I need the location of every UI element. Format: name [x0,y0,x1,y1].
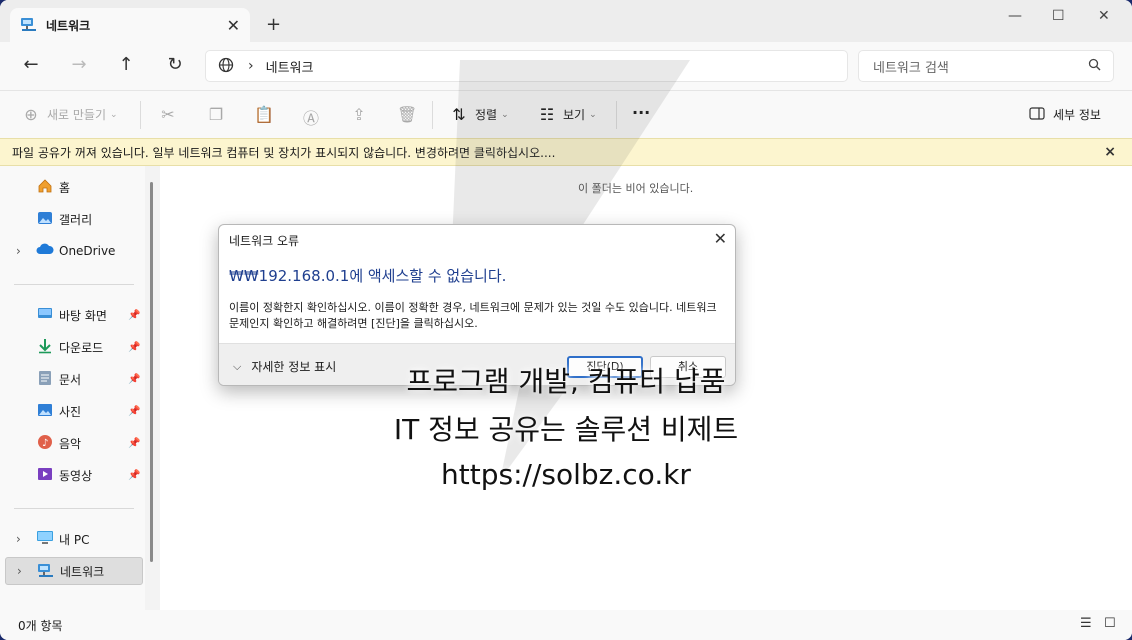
pin-icon[interactable]: 📌 [128,438,140,449]
watermark-line-3: https://solbz.co.kr [441,458,691,491]
sidebar-item-documents[interactable]: 문서 📌 [0,366,143,392]
navigation-pane: 홈 갤러리 › OneDrive 바탕 화면 📌 다운로드 📌 문서 📌 사진 … [0,166,145,610]
desktop-icon [36,306,54,324]
music-icon: ♪ [36,434,54,452]
pin-icon[interactable]: 📌 [128,374,140,385]
pin-icon[interactable]: 📌 [128,470,140,481]
details-view-icon[interactable]: ☰ [1080,616,1092,631]
svg-text:♪: ♪ [42,438,48,449]
search-placeholder: 네트워크 검색 [873,60,949,76]
tab-label: 네트워크 [46,18,91,33]
chevron-down-icon: ⌄ [110,109,118,120]
sidebar-item-downloads[interactable]: 다운로드 📌 [0,334,143,360]
close-infobar-icon[interactable]: × [1104,144,1116,160]
rename-button[interactable]: Ⓐ [301,105,321,129]
sidebar-item-label: 동영상 [59,468,93,483]
details-pane-button[interactable]: 세부 정보 [1027,105,1101,124]
close-window-button[interactable]: ✕ [1098,8,1110,24]
paste-button[interactable]: 📋 [254,105,274,124]
forward-button[interactable]: → [67,54,91,75]
cloud-icon [36,242,54,260]
sidebar-divider [14,284,134,285]
plus-circle-icon: ⊕ [24,105,38,124]
video-icon [36,466,54,484]
watermark-line-1: 프로그램 개발, 컴퓨터 납품 [406,365,726,398]
sidebar-scrollbar[interactable] [150,182,153,562]
globe-icon [218,57,234,76]
home-icon [36,178,54,196]
network-icon [37,562,55,580]
share-icon: ⇪ [352,105,366,124]
dialog-title: 네트워크 오류 [229,234,300,248]
sidebar-item-network[interactable]: › 네트워크 [5,557,143,585]
sidebar-item-this-pc[interactable]: › 내 PC [0,526,143,552]
close-tab-icon[interactable]: ✕ [227,16,240,35]
back-button[interactable]: ← [19,54,43,75]
sidebar-item-label: 사진 [59,404,82,419]
network-icon [20,16,38,35]
expand-chevron-icon[interactable]: › [16,244,21,258]
sidebar-item-desktop[interactable]: 바탕 화면 📌 [0,302,143,328]
trash-icon: 🗑 [397,105,418,124]
clipboard-icon: 📋 [254,105,274,124]
toolbar-divider [140,101,141,129]
copy-button[interactable]: ❐ [206,105,226,124]
breadcrumb-chevron-icon: › [248,58,254,74]
sidebar-item-label: 바탕 화면 [59,308,107,323]
new-label: 새로 만들기 [47,108,107,122]
sidebar-item-videos[interactable]: 동영상 📌 [0,462,143,488]
breadcrumb-network[interactable]: 네트워크 [266,57,314,76]
expand-chevron-icon[interactable]: › [16,532,21,546]
sidebar-item-label: 내 PC [59,532,90,547]
refresh-button[interactable]: ↻ [163,54,187,75]
watermark-line-2: IT 정보 공유는 솔루션 비제트 [393,413,739,446]
up-button[interactable]: ↑ [114,54,138,75]
new-button[interactable]: ⊕ 새로 만들기 ⌄ [21,105,118,124]
dialog-heading: ₩₩192.168.0.1에 액세스할 수 없습니다. [229,267,507,285]
dialog-message: 이름이 정확한지 확인하십시오. 이름이 정확한 경우, 네트워크에 문제가 있… [229,301,717,330]
item-count: 0개 항목 [18,618,63,633]
cut-button[interactable]: ✂ [158,105,178,124]
sidebar-divider [14,508,134,509]
details-label: 세부 정보 [1053,108,1101,122]
sidebar-item-onedrive[interactable]: › OneDrive [0,238,143,264]
search-input[interactable]: 네트워크 검색 [858,50,1114,82]
maximize-button[interactable]: ☐ [1052,8,1065,24]
copy-icon: ❐ [208,105,224,124]
scissors-icon: ✂ [161,105,175,124]
dialog-close-icon[interactable]: ✕ [714,229,727,248]
sidebar-item-home[interactable]: 홈 [0,174,143,200]
search-icon [1088,58,1101,75]
tab-network[interactable]: 네트워크 ✕ [10,8,250,42]
status-bar: 0개 항목 ☰ ☐ [0,610,1132,640]
minimize-button[interactable]: — [1008,8,1022,24]
toolbar-divider [432,101,433,129]
sidebar-item-label: OneDrive [59,244,116,258]
pin-icon[interactable]: 📌 [128,342,140,353]
tiles-view-icon[interactable]: ☐ [1104,616,1116,631]
sidebar-item-label: 다운로드 [59,340,104,355]
title-bar: 네트워크 ✕ + — ☐ ✕ [0,0,1132,42]
sidebar-item-label: 홈 [59,180,71,195]
sidebar-item-pictures[interactable]: 사진 📌 [0,398,143,424]
download-icon [36,338,54,356]
sidebar-item-label: 문서 [59,372,82,387]
sidebar-item-label: 네트워크 [60,564,105,579]
rename-icon: Ⓐ [302,109,319,128]
computer-icon [36,530,54,548]
document-icon [36,370,54,388]
sidebar-item-gallery[interactable]: 갤러리 [0,206,143,232]
sidebar-item-label: 음악 [59,436,82,451]
pictures-icon [36,402,54,420]
pin-icon[interactable]: 📌 [128,310,140,321]
gallery-icon [36,210,54,228]
sidebar-item-music[interactable]: ♪ 음악 📌 [0,430,143,456]
expand-chevron-icon[interactable]: › [17,564,22,578]
delete-button[interactable]: 🗑 [397,105,417,124]
details-pane-icon [1027,105,1047,124]
share-button[interactable]: ⇪ [349,105,369,124]
new-tab-button[interactable]: + [266,14,281,35]
pin-icon[interactable]: 📌 [128,406,140,417]
sidebar-item-label: 갤러리 [59,212,93,227]
